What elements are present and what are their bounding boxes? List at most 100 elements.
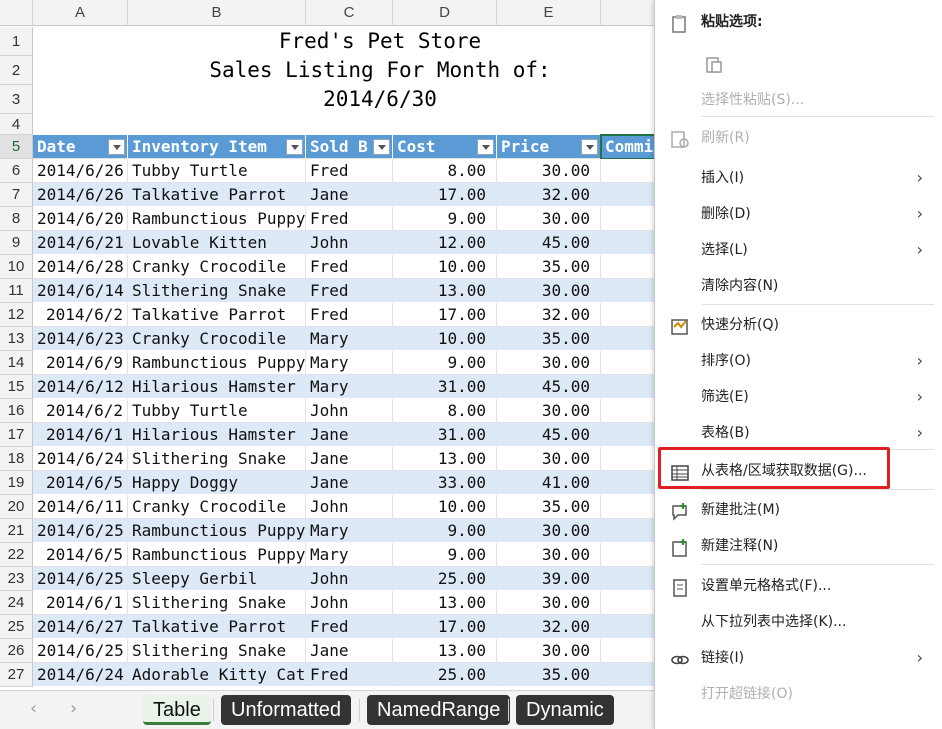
cell-cost[interactable]: 33.00 <box>393 471 497 495</box>
menu-item-16[interactable]: 设置单元格格式(F)... <box>655 568 942 604</box>
cell-sold-by[interactable]: Fred <box>306 303 393 327</box>
cell-date[interactable]: 2014/6/26 <box>33 183 128 207</box>
row-header[interactable]: 1 <box>0 27 33 56</box>
menu-item-7[interactable]: 选择(L) › <box>655 232 942 268</box>
cell-price[interactable]: 35.00 <box>497 663 601 687</box>
menu-item-9[interactable]: 快速分析(Q) <box>655 307 942 343</box>
cell-item[interactable]: Hilarious Hamster <box>128 375 306 399</box>
cell-sold-by[interactable]: John <box>306 591 393 615</box>
row-header[interactable]: 10 <box>0 255 33 279</box>
cell-date[interactable]: 2014/6/25 <box>33 639 128 663</box>
cell-sold-by[interactable]: John <box>306 495 393 519</box>
cell-sold-by[interactable]: Jane <box>306 447 393 471</box>
cell-date[interactable]: 2014/6/23 <box>33 327 128 351</box>
cell-item[interactable]: Talkative Parrot <box>128 615 306 639</box>
cell-price[interactable]: 35.00 <box>497 495 601 519</box>
cell-price[interactable]: 30.00 <box>497 591 601 615</box>
cell-price[interactable]: 39.00 <box>497 567 601 591</box>
row-header[interactable]: 19 <box>0 471 33 495</box>
cell-cost[interactable]: 17.00 <box>393 183 497 207</box>
cell-date[interactable]: 2014/6/11 <box>33 495 128 519</box>
row-header[interactable]: 20 <box>0 495 33 519</box>
cell-item[interactable]: Sleepy Gerbil <box>128 567 306 591</box>
menu-item-18[interactable]: 链接(I) › <box>655 640 942 676</box>
cell-cost[interactable]: 13.00 <box>393 447 497 471</box>
cell-item[interactable]: Slithering Snake <box>128 279 306 303</box>
sheet-tab-dynamic[interactable]: Dynamic <box>516 695 614 725</box>
scroll-tabs-right-icon[interactable]: › <box>70 698 77 719</box>
cell-sold-by[interactable]: Jane <box>306 423 393 447</box>
sheet-tab-unformatted[interactable]: Unformatted <box>221 695 352 725</box>
menu-item-17[interactable]: 从下拉列表中选择(K)... <box>655 604 942 640</box>
cell-date[interactable]: 2014/6/14 <box>33 279 128 303</box>
cell-item[interactable]: Happy Doggy <box>128 471 306 495</box>
cell-cost[interactable]: 17.00 <box>393 615 497 639</box>
cell-cost[interactable]: 9.00 <box>393 519 497 543</box>
cell-price[interactable]: 35.00 <box>497 255 601 279</box>
sheet-tab-table[interactable]: Table <box>143 695 211 725</box>
cell-cost[interactable]: 9.00 <box>393 351 497 375</box>
row-header[interactable]: 4 <box>0 114 33 135</box>
menu-item-8[interactable]: 清除内容(N) <box>655 268 942 304</box>
cell-item[interactable]: Hilarious Hamster <box>128 423 306 447</box>
cell-sold-by[interactable]: John <box>306 231 393 255</box>
row-header[interactable]: 27 <box>0 663 33 687</box>
cell-date[interactable]: 2014/6/26 <box>33 159 128 183</box>
cell-item[interactable]: Tubby Turtle <box>128 399 306 423</box>
column-header-c[interactable]: C <box>306 0 393 26</box>
row-header[interactable]: 13 <box>0 327 33 351</box>
cell-sold-by[interactable]: John <box>306 567 393 591</box>
cell-price[interactable]: 30.00 <box>497 351 601 375</box>
cell-item[interactable]: Adorable Kitty Cat <box>128 663 306 687</box>
cell-cost[interactable]: 25.00 <box>393 663 497 687</box>
cell-price[interactable]: 41.00 <box>497 471 601 495</box>
cell-item[interactable]: Slithering Snake <box>128 639 306 663</box>
row-header[interactable]: 15 <box>0 375 33 399</box>
cell-item[interactable]: Cranky Crocodile <box>128 327 306 351</box>
column-header-d[interactable]: D <box>393 0 497 26</box>
row-header[interactable]: 23 <box>0 567 33 591</box>
cell-date[interactable]: 2014/6/20 <box>33 207 128 231</box>
cell-price[interactable]: 35.00 <box>497 327 601 351</box>
cell-date[interactable]: 2014/6/27 <box>33 615 128 639</box>
row-header[interactable]: 24 <box>0 591 33 615</box>
row-header[interactable]: 2 <box>0 56 33 85</box>
cell-price[interactable]: 30.00 <box>497 279 601 303</box>
cell-cost[interactable]: 10.00 <box>393 255 497 279</box>
cell-cost[interactable]: 9.00 <box>393 543 497 567</box>
cell-item[interactable]: Tubby Turtle <box>128 159 306 183</box>
cell-date[interactable]: 2014/6/5 <box>33 471 128 495</box>
cell-cost[interactable]: 13.00 <box>393 279 497 303</box>
row-header[interactable]: 18 <box>0 447 33 471</box>
row-header[interactable]: 26 <box>0 639 33 663</box>
header-inventory-item[interactable]: Inventory Item <box>128 135 306 159</box>
cell-item[interactable]: Slithering Snake <box>128 591 306 615</box>
cell-sold-by[interactable]: Jane <box>306 639 393 663</box>
cell-date[interactable]: 2014/6/24 <box>33 447 128 471</box>
cell-cost[interactable]: 8.00 <box>393 159 497 183</box>
menu-item-12[interactable]: 表格(B) › <box>655 415 942 451</box>
cell-sold-by[interactable]: Jane <box>306 183 393 207</box>
cell-price[interactable]: 45.00 <box>497 231 601 255</box>
filter-dropdown-icon[interactable] <box>108 139 125 155</box>
cell-price[interactable]: 45.00 <box>497 423 601 447</box>
cell-item[interactable]: Slithering Snake <box>128 447 306 471</box>
select-all-corner[interactable] <box>0 0 33 26</box>
row-header[interactable]: 3 <box>0 85 33 114</box>
cell-sold-by[interactable]: Jane <box>306 471 393 495</box>
cell-cost[interactable]: 13.00 <box>393 639 497 663</box>
cell-price[interactable]: 30.00 <box>497 519 601 543</box>
menu-item-15[interactable]: 新建注释(N) <box>655 528 942 564</box>
header-cost[interactable]: Cost <box>393 135 497 159</box>
cell-cost[interactable]: 17.00 <box>393 303 497 327</box>
cell-sold-by[interactable]: Fred <box>306 615 393 639</box>
menu-item-5[interactable]: 插入(I) › <box>655 160 942 196</box>
header-price[interactable]: Price <box>497 135 601 159</box>
row-header[interactable]: 17 <box>0 423 33 447</box>
cell-item[interactable]: Rambunctious Puppy <box>128 519 306 543</box>
cell-sold-by[interactable]: Fred <box>306 159 393 183</box>
cell-date[interactable]: 2014/6/1 <box>33 423 128 447</box>
cell-price[interactable]: 30.00 <box>497 639 601 663</box>
header-sold-by[interactable]: Sold B <box>306 135 393 159</box>
cell-date[interactable]: 2014/6/12 <box>33 375 128 399</box>
